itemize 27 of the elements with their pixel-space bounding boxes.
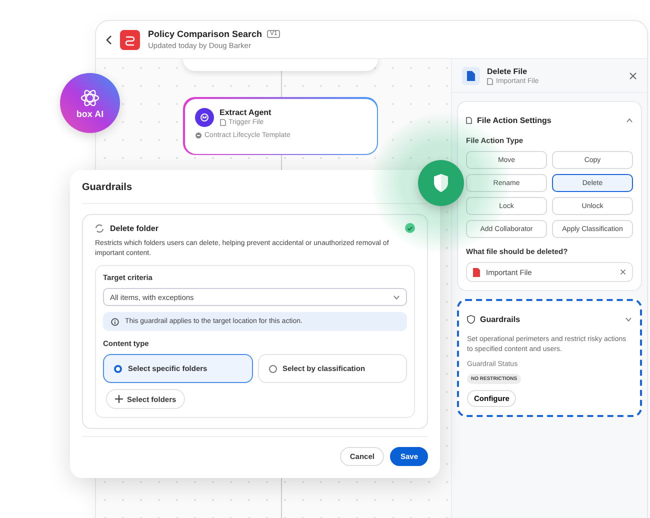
document-icon <box>487 78 493 84</box>
plus-icon <box>115 395 123 404</box>
card-title: Guardrails <box>480 314 522 324</box>
document-icon <box>466 116 472 124</box>
chevron-down-icon[interactable] <box>393 294 400 300</box>
card-title: File Action Settings <box>477 116 552 124</box>
template-icon <box>194 132 202 138</box>
workflow-icon <box>120 30 140 50</box>
atom-icon <box>80 88 100 108</box>
file-icon <box>462 66 480 84</box>
document-icon <box>220 119 226 126</box>
sync-icon <box>95 224 104 232</box>
chevron-up-icon[interactable] <box>626 118 633 122</box>
rule-name: Delete folder <box>110 224 160 232</box>
close-icon[interactable] <box>629 72 637 80</box>
panel-title: Delete File <box>487 66 528 76</box>
workflow-title: Policy Comparison Search <box>148 29 262 39</box>
shield-icon <box>467 314 475 324</box>
node-title: Extract Agent <box>220 108 272 117</box>
agent-icon <box>194 108 214 126</box>
chevron-down-icon[interactable] <box>625 316 632 322</box>
close-icon[interactable] <box>620 269 626 275</box>
pdf-file-icon <box>473 268 480 276</box>
shield-icon <box>432 173 450 193</box>
ai-badge-label: box AI <box>76 108 104 118</box>
info-icon <box>111 318 119 326</box>
back-icon[interactable] <box>106 34 112 44</box>
